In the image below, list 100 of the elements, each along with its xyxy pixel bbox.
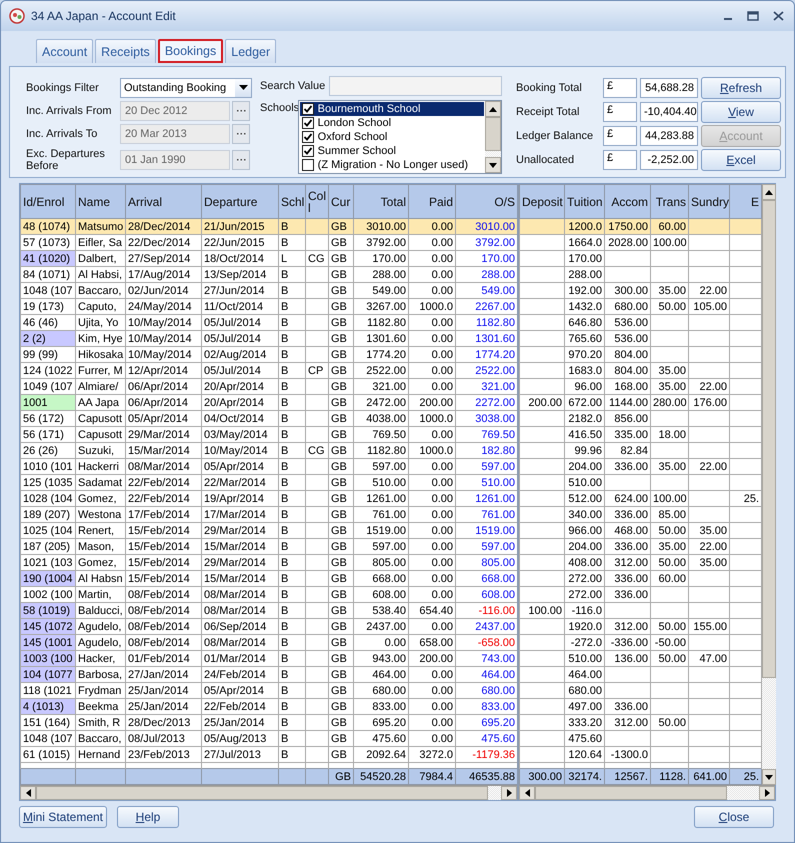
table-row[interactable]: 118 (1021 Frydman 25/Jan/2014 05/Apr/2014 B GB 680.00 0.00 680.00 [20, 682, 518, 698]
table-row[interactable]: 1048 (107 Baccaro, 08/Jul/2013 05/Aug/2013 B GB 475.60 0.00 475.60 [20, 730, 518, 746]
table-row[interactable]: 646.80 536.00 [520, 314, 762, 330]
table-row[interactable]: 120.64 -1300.0 [520, 746, 762, 762]
action-button[interactable]: Excel [701, 149, 781, 171]
scroll-down-icon[interactable] [489, 162, 497, 168]
checkbox[interactable] [302, 103, 314, 115]
table-row[interactable]: 104 (1077 Barbosa, 27/Jan/2014 24/Feb/2014 B GB 464.00 0.00 464.00 [20, 666, 518, 682]
tab[interactable]: Account [36, 39, 94, 63]
school-item[interactable]: London School [300, 116, 484, 130]
column-header[interactable]: Deposit [520, 184, 564, 218]
table-row[interactable]: 1025 (104 Renert, 15/Feb/2014 29/Mar/2014 B GB 1519.00 0.00 1519.00 [20, 522, 518, 538]
tab[interactable]: Bookings [158, 39, 224, 63]
scroll-left-icon[interactable] [26, 789, 30, 797]
table-row[interactable]: 416.50 335.00 18.00 [520, 426, 762, 442]
scroll-left-icon[interactable] [524, 789, 530, 797]
table-row[interactable]: 1048 (107 Baccaro, 02/Jun/2014 27/Jun/2014 B GB 549.00 0.00 549.00 [20, 282, 518, 298]
table-row[interactable]: 56 (172) Capusott 05/Apr/2014 04/Oct/2014 B GB 4038.00 1000.0 3038.00 [20, 410, 518, 426]
scrollbar-thumb[interactable] [535, 786, 727, 800]
column-header[interactable]: O/S [456, 184, 518, 218]
table-row[interactable]: 100.00 -116.0 [520, 602, 762, 618]
table-row[interactable]: 1200.0 1750.00 60.00 [520, 218, 762, 234]
table-row[interactable]: 333.20 312.00 50.00 [520, 714, 762, 730]
checkbox[interactable] [302, 159, 314, 171]
table-row[interactable]: 1028 (104 Gomez, 22/Feb/2014 19/Apr/2014 B GB 1261.00 0.00 1261.00 [20, 490, 518, 506]
table-row[interactable]: 510.00 136.00 50.00 47.00 [520, 650, 762, 666]
checkbox[interactable] [302, 117, 314, 129]
table-row[interactable]: 200.00 672.00 1144.00 280.00 176.00 [520, 394, 762, 410]
table-row[interactable]: 510.00 [520, 474, 762, 490]
table-row[interactable]: 475.60 [520, 730, 762, 746]
table-row[interactable]: 145 (1072 Agudelo, 08/Feb/2014 06/Sep/2014 B GB 2437.00 0.00 2437.00 [20, 618, 518, 634]
table-row[interactable]: 2 (2) Kim, Hye 10/May/2014 05/Jul/2014 B GB 1301.60 0.00 1301.60 [20, 330, 518, 346]
scroll-up-icon[interactable] [489, 106, 497, 112]
table-row[interactable]: 272.00 336.00 60.00 [520, 570, 762, 586]
table-row[interactable]: 189 (207) Westona 17/Feb/2014 17/Mar/2014 B GB 761.00 0.00 761.00 [20, 506, 518, 522]
column-header[interactable]: Schl [278, 184, 306, 218]
table-row[interactable]: 124 (1022 Furrer, M 12/Apr/2014 05/Jul/2014 B CP GB 2522.00 0.00 2522.00 [20, 362, 518, 378]
table-row[interactable]: 1683.0 804.00 35.00 [520, 362, 762, 378]
table-row[interactable]: 56 (171) Capusott 29/Mar/2014 03/May/2014 B GB 769.50 0.00 769.50 [20, 426, 518, 442]
column-header[interactable]: Tuition [564, 184, 604, 218]
table-row[interactable]: 272.00 336.00 [520, 586, 762, 602]
school-item[interactable]: Oxford School [300, 130, 484, 144]
close-icon[interactable] [773, 11, 784, 21]
table-row[interactable]: -272.0 -336.00 -50.00 [520, 634, 762, 650]
search-field[interactable] [329, 76, 502, 96]
scrollbar-thumb[interactable] [485, 117, 501, 151]
table-row[interactable]: 204.00 336.00 35.00 22.00 [520, 458, 762, 474]
table-row[interactable]: 408.00 312.00 50.00 35.00 [520, 554, 762, 570]
table-row[interactable]: 966.00 468.00 50.00 35.00 [520, 522, 762, 538]
table-row[interactable]: 204.00 336.00 35.00 22.00 [520, 538, 762, 554]
column-header[interactable]: Departure [202, 184, 278, 218]
table-row[interactable]: 151 (164) Smith, R 28/Dec/2013 25/Jan/2014 B GB 695.20 0.00 695.20 [20, 714, 518, 730]
table-row[interactable]: 96.00 168.00 35.00 22.00 [520, 378, 762, 394]
column-header[interactable]: Accom [604, 184, 650, 218]
table-row[interactable]: 26 (26) Suzuki, 15/Mar/2014 10/May/2014 B CG GB 1182.80 1000.0 182.80 [20, 442, 518, 458]
table-row[interactable]: 41 (1020) Dalbert, 27/Sep/2014 18/Oct/2014 L CG GB 170.00 0.00 170.00 [20, 250, 518, 266]
table-row[interactable]: 970.20 804.00 [520, 346, 762, 362]
table-row[interactable]: 464.00 [520, 666, 762, 682]
scroll-right-icon[interactable] [764, 789, 770, 797]
table-row[interactable]: 680.00 [520, 682, 762, 698]
footer-button[interactable]: Mini Statement [19, 806, 107, 828]
scrollbar-thumb[interactable] [36, 786, 488, 800]
checkbox[interactable] [302, 131, 314, 143]
column-header[interactable]: Id/Enrol [20, 184, 76, 218]
table-row[interactable]: 765.60 536.00 [520, 330, 762, 346]
scroll-up-icon[interactable] [765, 190, 773, 194]
action-button[interactable]: View [701, 101, 781, 123]
footer-button[interactable]: Close [694, 806, 774, 828]
tab[interactable]: Receipts [95, 39, 156, 63]
column-header[interactable]: Col l [306, 184, 328, 218]
table-row[interactable]: 1010 (101 Hackerri 08/Mar/2014 05/Apr/2014 B GB 597.00 0.00 597.00 [20, 458, 518, 474]
table-row[interactable]: 57 (1073) Eifler, Sa 22/Dec/2014 22/Jun/2015 B GB 3792.00 0.00 3792.00 [20, 234, 518, 250]
maximize-icon[interactable] [747, 11, 759, 21]
table-row[interactable]: 2182.0 856.00 [520, 410, 762, 426]
table-row[interactable]: 1432.0 680.00 50.00 105.00 [520, 298, 762, 314]
table-row[interactable]: 84 (1071) Al Habsi, 17/Aug/2014 13/Sep/2014 B GB 288.00 0.00 288.00 [20, 266, 518, 282]
table-row[interactable]: 1664.0 2028.00 100.00 [520, 234, 762, 250]
scroll-down-icon[interactable] [765, 774, 773, 780]
table-row[interactable]: 497.00 336.00 [520, 698, 762, 714]
table-row[interactable]: 1001 AA Japa 06/Apr/2014 20/Apr/2014 B GB 2472.00 200.00 2272.00 [20, 394, 518, 410]
table-row[interactable]: 1003 (100 Hacker, 01/Feb/2014 01/Mar/2014 B GB 943.00 200.00 743.00 [20, 650, 518, 666]
table-row[interactable]: 512.00 624.00 100.00 25. [520, 490, 762, 506]
table-row[interactable]: 46 (46) Ujita, Yo 10/May/2014 05/Jul/2014 B GB 1182.80 0.00 1182.80 [20, 314, 518, 330]
table-row[interactable]: 288.00 [520, 266, 762, 282]
school-item[interactable]: (Z Migration - No Longer used) [300, 158, 484, 172]
table-row[interactable]: 1002 (100 Martin, 08/Feb/2014 08/Mar/2014 B GB 608.00 0.00 608.00 [20, 586, 518, 602]
table-row[interactable]: 4 (1013) Beekma 25/Jan/2014 22/Feb/2014 B GB 833.00 0.00 833.00 [20, 698, 518, 714]
checkbox[interactable] [302, 145, 314, 157]
table-row[interactable]: 340.00 336.00 85.00 [520, 506, 762, 522]
table-row[interactable]: 99 (99) Hikosaka 10/May/2014 02/Aug/2014 B GB 1774.20 0.00 1774.20 [20, 346, 518, 362]
table-row[interactable]: 1049 (107 Almiare/ 06/Apr/2014 20/Apr/2014 B GB 321.00 0.00 321.00 [20, 378, 518, 394]
schools-list[interactable]: Bournemouth School London School Oxford School Summer School (Z Migration - No Longer used) [298, 100, 502, 174]
table-row[interactable]: 170.00 [520, 250, 762, 266]
table-row[interactable]: 58 (1019) Balducci, 08/Feb/2014 08/Mar/2014 B GB 538.40 654.40 -116.00 [20, 602, 518, 618]
table-row[interactable]: 187 (205) Mason, 15/Feb/2014 15/Mar/2014 B GB 597.00 0.00 597.00 [20, 538, 518, 554]
column-header[interactable]: Paid [408, 184, 456, 218]
table-row[interactable]: 125 (1035 Sadamat 22/Feb/2014 22/Mar/2014 B GB 510.00 0.00 510.00 [20, 474, 518, 490]
scrollbar-thumb[interactable] [762, 200, 776, 678]
column-header[interactable]: Cur [328, 184, 354, 218]
column-header[interactable]: Sundry [688, 184, 730, 218]
